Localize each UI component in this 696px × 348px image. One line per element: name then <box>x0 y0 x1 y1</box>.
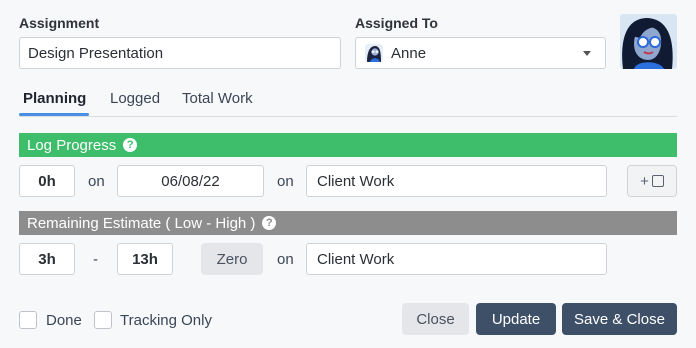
log-progress-title: Log Progress <box>27 136 117 154</box>
assigned-to-select[interactable]: Anne <box>355 37 606 69</box>
add-note-plus: + <box>640 172 649 190</box>
tab-logged[interactable]: Logged <box>110 90 160 107</box>
remaining-estimate-title: Remaining Estimate ( Low - High ) <box>27 214 256 232</box>
remaining-category-input[interactable]: Client Work <box>306 243 607 275</box>
remaining-estimate-header: Remaining Estimate ( Low - High ) ? <box>19 211 677 235</box>
remaining-high-input[interactable]: 13h <box>117 243 173 275</box>
caret-down-icon[interactable] <box>583 51 591 56</box>
help-icon[interactable]: ? <box>262 216 277 230</box>
tab-divider <box>19 116 677 117</box>
close-button[interactable]: Close <box>402 303 469 335</box>
remaining-on-label: on <box>277 251 294 268</box>
log-category-input[interactable]: Client Work <box>306 165 607 197</box>
range-dash: - <box>93 251 98 268</box>
assignee-avatar-small <box>365 44 383 62</box>
note-icon <box>651 175 664 187</box>
log-hours-input[interactable]: 0h <box>19 165 75 197</box>
log-date-value: 06/08/22 <box>161 172 220 190</box>
tab-planning[interactable]: Planning <box>23 90 86 107</box>
add-note-button[interactable]: + <box>627 165 677 197</box>
assigned-to-value: Anne <box>391 44 427 62</box>
assignment-input[interactable]: Design Presentation <box>19 37 341 69</box>
update-button[interactable]: Update <box>476 303 556 335</box>
zero-button[interactable]: Zero <box>201 243 263 275</box>
log-category-value: Client Work <box>317 172 395 190</box>
tracking-only-checkbox[interactable] <box>94 311 112 329</box>
done-checkbox[interactable] <box>19 311 37 329</box>
remaining-category-value: Client Work <box>317 250 395 268</box>
assignment-value: Design Presentation <box>28 44 164 62</box>
tracking-only-label[interactable]: Tracking Only <box>120 312 212 329</box>
save-close-button[interactable]: Save & Close <box>562 303 677 335</box>
log-date-input[interactable]: 06/08/22 <box>117 165 264 197</box>
tab-total-work[interactable]: Total Work <box>182 90 253 107</box>
assigned-to-label: Assigned To <box>355 15 438 31</box>
done-label[interactable]: Done <box>46 312 82 329</box>
assignment-label: Assignment <box>19 15 100 31</box>
remaining-low-input[interactable]: 3h <box>19 243 75 275</box>
assignee-avatar <box>620 14 677 69</box>
log-on-label-2: on <box>277 173 294 190</box>
log-progress-header: Log Progress ? <box>19 133 677 157</box>
help-icon[interactable]: ? <box>123 138 138 152</box>
log-on-label: on <box>88 173 105 190</box>
